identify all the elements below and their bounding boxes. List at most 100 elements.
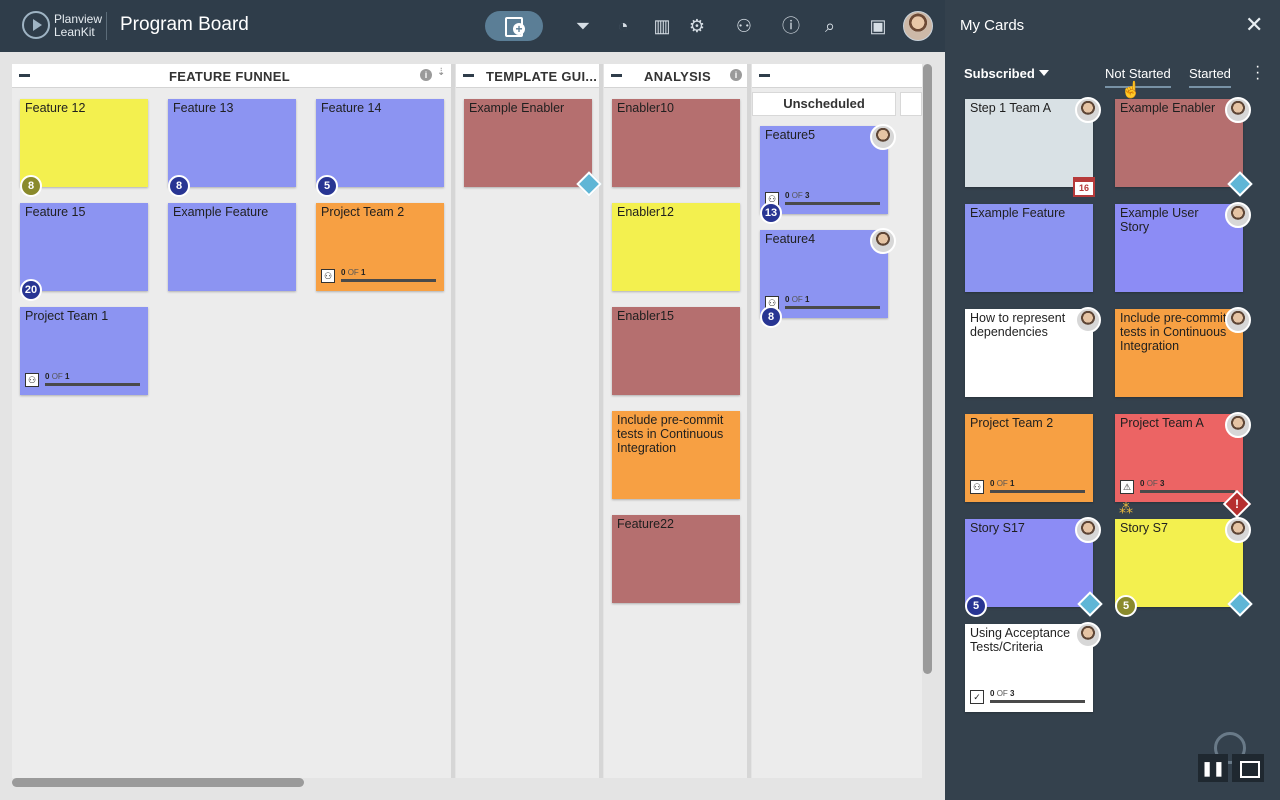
card-project-team-1[interactable]: Project Team 1 ⚇ 0 OF 1 (20, 307, 148, 395)
lane-title: TEMPLATE GUI... (486, 69, 598, 84)
card-title: Include pre-commit tests in Continuous I… (617, 413, 724, 455)
filter-icon[interactable]: ⏷ (571, 14, 595, 38)
collapse-icon[interactable] (759, 74, 770, 77)
card-include-pre-commit[interactable]: Include pre-commit tests in Continuous I… (612, 411, 740, 499)
pause-button[interactable]: ❚❚ (1198, 754, 1228, 782)
card-feature5[interactable]: Feature5 ⚇ 0 OF 3 13 (760, 124, 896, 224)
timeline-icon[interactable]: ◔ (611, 14, 635, 38)
my-card-story-s17[interactable]: Story S17 5 (965, 517, 1103, 617)
my-card-example-enabler[interactable]: Example Enabler (1115, 97, 1253, 197)
card-title: Feature4 (765, 232, 816, 246)
progress-bar (45, 383, 140, 386)
assignee-avatar[interactable] (1225, 307, 1251, 333)
info-icon[interactable]: i (420, 69, 432, 81)
horizontal-scrollbar[interactable] (12, 778, 304, 787)
my-card-example-feature[interactable]: Example Feature (965, 204, 1093, 292)
my-card-how-to-represent-dependencies[interactable]: How to represent dependencies (965, 307, 1101, 397)
lane-header[interactable]: ANALYSIS i (604, 64, 747, 88)
add-user-icon[interactable]: ⚇ (732, 14, 756, 38)
analytics-icon[interactable]: ▥ (650, 14, 674, 38)
progress-bar (990, 490, 1085, 493)
vertical-scrollbar[interactable] (923, 64, 932, 674)
assignee-avatar[interactable] (1075, 622, 1101, 648)
card-title: Feature22 (617, 517, 674, 531)
assignee-avatar[interactable] (1075, 517, 1101, 543)
size-badge: 20 (20, 279, 42, 301)
my-card-step-1-team-a[interactable]: Step 1 Team A 16 (965, 97, 1101, 197)
lane-header[interactable]: FEATURE FUNNEL i ⇣ (12, 64, 451, 88)
my-card-include-pre-commit[interactable]: Include pre-commit tests in Continuous I… (1115, 307, 1251, 397)
progress-text: 0 OF 1 (990, 479, 1015, 488)
assignee-avatar[interactable] (870, 124, 896, 150)
my-card-example-user-story[interactable]: Example User Story (1115, 202, 1251, 292)
sublane-header[interactable] (900, 92, 922, 116)
tag-icon (1227, 171, 1253, 197)
divider (106, 12, 107, 40)
progress-bar (785, 306, 880, 309)
card-feature-15[interactable]: Feature 15 20 (20, 203, 148, 301)
tag-icon (1227, 591, 1253, 617)
brand-name: Planview LeanKit (54, 13, 102, 39)
card-feature-13[interactable]: Feature 13 8 (168, 99, 296, 197)
sublane-unscheduled[interactable]: Unscheduled (752, 92, 896, 116)
assignee-avatar[interactable] (1075, 307, 1101, 333)
assignee-avatar[interactable] (1225, 412, 1251, 438)
card-title: Example Enabler (469, 101, 565, 115)
info-icon[interactable]: ⓘ (779, 14, 803, 38)
assignee-avatar[interactable] (1075, 97, 1101, 123)
panel-title: My Cards (960, 17, 1025, 34)
my-cards-icon[interactable]: ▣ (866, 14, 890, 38)
close-icon[interactable]: ✕ (1245, 13, 1263, 37)
card-enabler12[interactable]: Enabler12 (612, 203, 740, 291)
card-enabler10[interactable]: Enabler10 (612, 99, 740, 187)
sort-icon[interactable]: ⇣ (437, 67, 445, 78)
more-options-icon[interactable]: · · · (1255, 59, 1260, 87)
tab-started[interactable]: Started (1189, 66, 1231, 88)
lane-header[interactable] (752, 64, 922, 88)
my-card-story-s7[interactable]: Story S7 5 (1115, 517, 1253, 617)
card-title: Feature 12 (25, 101, 86, 115)
card-feature22[interactable]: Feature22 (612, 515, 740, 603)
card-feature-12[interactable]: Feature 12 8 (20, 99, 148, 197)
subscribed-dropdown[interactable]: Subscribed (964, 66, 1049, 81)
card-feature4[interactable]: Feature4 ⚇ 0 OF 1 8 (760, 228, 896, 328)
child-progress: ⚇ 0 OF 1 (765, 295, 880, 312)
collapse-icon[interactable] (463, 74, 474, 77)
card-title: Project Team 2 (970, 416, 1054, 430)
assignee-avatar[interactable] (1225, 517, 1251, 543)
card-enabler15[interactable]: Enabler15 (612, 307, 740, 395)
card-example-enabler[interactable]: Example Enabler (464, 99, 602, 197)
search-icon[interactable]: ⌕ (818, 14, 842, 38)
settings-icon[interactable]: ⚙ (685, 14, 709, 38)
card-feature-14[interactable]: Feature 14 5 (316, 99, 444, 197)
card-title: Example User Story (1120, 206, 1199, 234)
collapse-icon[interactable] (19, 74, 30, 77)
progress-text: 0 OF 3 (785, 191, 810, 200)
card-title: Story S7 (1120, 521, 1168, 535)
progress-text: 0 OF 3 (990, 689, 1015, 698)
user-avatar[interactable] (903, 11, 933, 41)
card-title: Feature5 (765, 128, 816, 142)
assignee-avatar[interactable] (1225, 97, 1251, 123)
assignee-avatar[interactable] (870, 228, 896, 254)
presentation-icon[interactable] (1232, 754, 1264, 782)
info-icon[interactable]: i (730, 69, 742, 81)
card-title: Project Team 1 (25, 309, 109, 323)
card-title: Example Feature (173, 205, 269, 219)
my-card-project-team-2[interactable]: Project Team 2 ⚇ 0 OF 1 (965, 414, 1093, 502)
my-card-using-acceptance-tests[interactable]: Using Acceptance Tests/Criteria ✓ 0 OF 3 (965, 622, 1101, 712)
card-title: Include pre-commit tests in Continuous I… (1120, 311, 1227, 353)
card-title: How to represent dependencies (970, 311, 1066, 339)
assignee-avatar[interactable] (1225, 202, 1251, 228)
child-progress: ⚇ 0 OF 1 (321, 268, 436, 285)
add-card-button[interactable] (485, 11, 543, 41)
card-project-team-2[interactable]: Project Team 2 ⚇ 0 OF 1 (316, 203, 444, 291)
progress-text: 0 OF 1 (45, 372, 70, 381)
lane-header[interactable]: TEMPLATE GUI... (456, 64, 599, 88)
card-example-feature[interactable]: Example Feature (168, 203, 296, 291)
progress-text: 0 OF 3 (1140, 479, 1165, 488)
size-badge: 13 (760, 202, 782, 224)
my-card-project-team-a[interactable]: Project Team A ⚠ 0 OF 3 ⁂ ! (1115, 412, 1252, 519)
planview-logo-icon[interactable] (22, 11, 50, 39)
collapse-icon[interactable] (611, 74, 622, 77)
